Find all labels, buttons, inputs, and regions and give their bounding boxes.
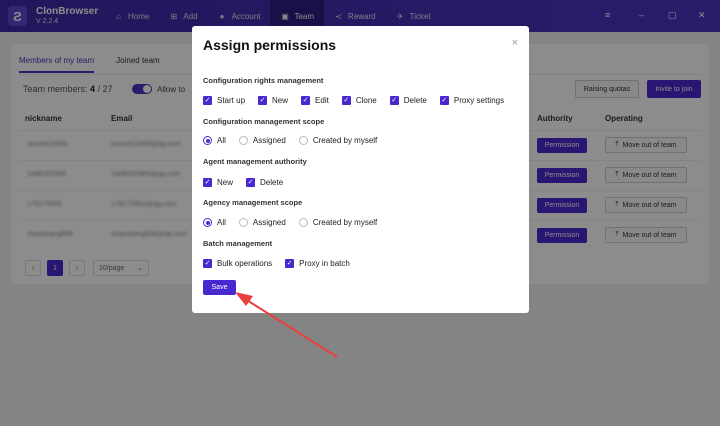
annotation-arrow-icon: [235, 292, 338, 358]
